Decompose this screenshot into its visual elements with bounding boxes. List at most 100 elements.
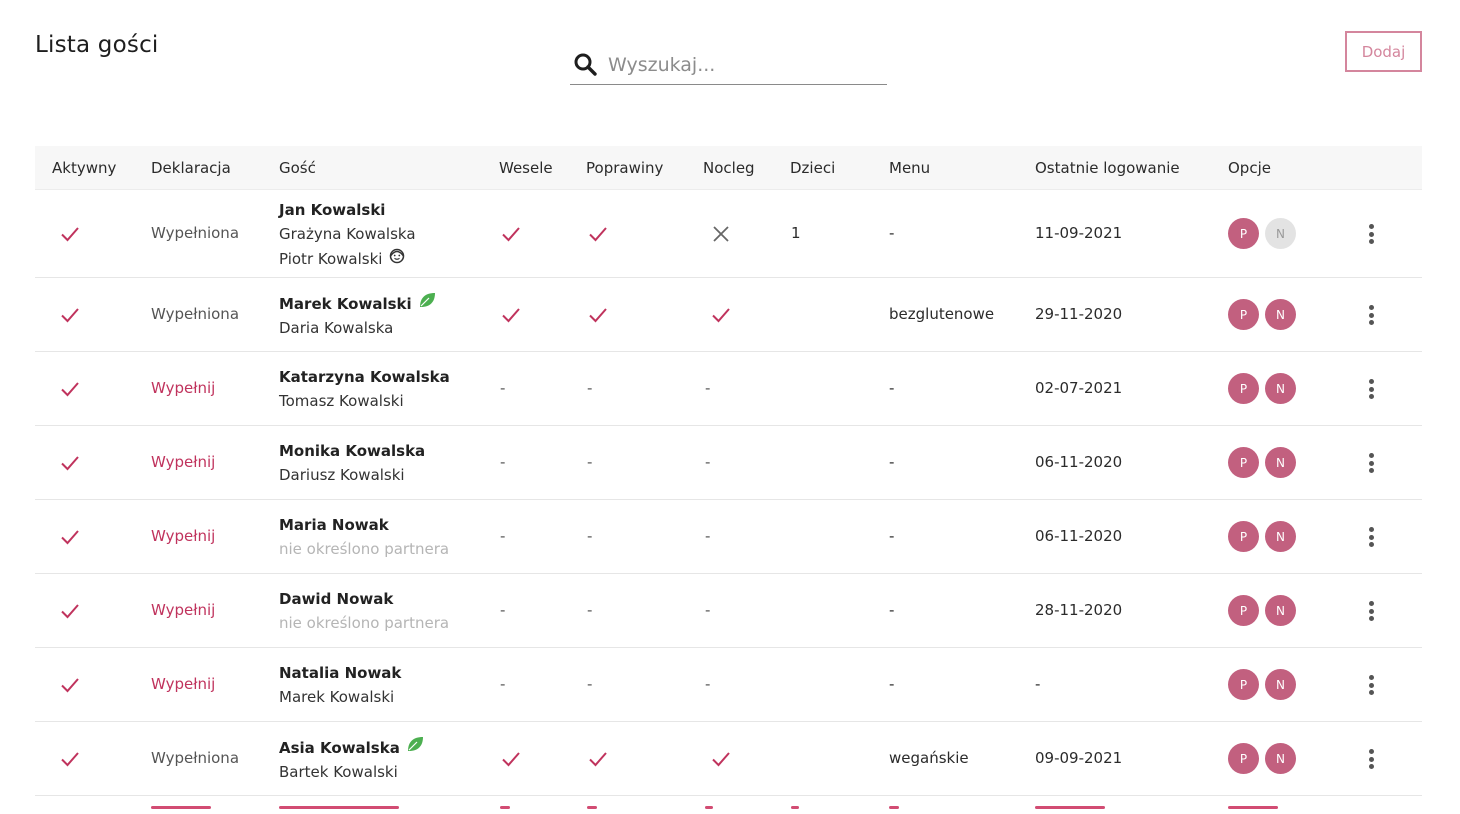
active-status[interactable]	[59, 600, 81, 626]
active-status[interactable]	[59, 378, 81, 404]
check-icon	[61, 308, 79, 323]
table-row: Wypełniona Asia Kowalska Bartek Kowalski we…	[35, 722, 1422, 796]
wedding-status	[500, 223, 522, 249]
search-input[interactable]	[608, 54, 878, 76]
p-badge[interactable]: P	[1228, 447, 1259, 478]
more-vertical-icon[interactable]	[1361, 451, 1381, 475]
guest-name-line: Dawid Nowak	[279, 587, 449, 611]
partner-name: Bartek Kowalski	[279, 763, 398, 781]
more-vertical-icon[interactable]	[1361, 377, 1381, 401]
guest-cell: Maria Nowak nie określono partnera	[279, 513, 449, 561]
options-badges: PN	[1228, 521, 1302, 552]
wedding-status: -	[500, 453, 506, 471]
partner-name: Grażyna Kowalska	[279, 225, 416, 243]
header-last-login[interactable]: Ostatnie logowanie	[1035, 159, 1180, 177]
leaf-icon	[406, 735, 424, 760]
wedding-status	[500, 304, 522, 330]
n-badge[interactable]: N	[1265, 743, 1296, 774]
check-icon	[61, 678, 79, 693]
leaf-icon	[418, 291, 436, 316]
page-title: Lista gości	[35, 32, 159, 58]
menu-value: -	[889, 379, 895, 397]
accommodation-status	[710, 748, 732, 774]
search-icon[interactable]	[572, 51, 600, 79]
last-login: 09-09-2021	[1035, 749, 1123, 767]
n-badge[interactable]: N	[1265, 299, 1296, 330]
more-vertical-icon[interactable]	[1361, 222, 1381, 246]
table-row: Wypełniona Marek Kowalski Daria Kowalska be…	[35, 278, 1422, 352]
wedding-status: -	[500, 601, 506, 619]
last-login: 29-11-2020	[1035, 305, 1123, 323]
guest-name: Jan Kowalski	[279, 201, 386, 219]
header-children[interactable]: Dzieci	[790, 159, 835, 177]
more-vertical-icon[interactable]	[1361, 599, 1381, 623]
child-face-icon	[388, 246, 406, 271]
last-login: 06-11-2020	[1035, 453, 1123, 471]
p-badge[interactable]: P	[1228, 373, 1259, 404]
n-badge[interactable]: N	[1265, 373, 1296, 404]
active-status[interactable]	[59, 304, 81, 330]
header-guest[interactable]: Gość	[279, 159, 316, 177]
partner-name: Daria Kowalska	[279, 319, 394, 337]
partner-name: Marek Kowalski	[279, 688, 395, 706]
guest-name-line: Asia Kowalska	[279, 735, 424, 760]
declaration-status[interactable]: Wypełnij	[151, 379, 215, 397]
active-status[interactable]	[59, 748, 81, 774]
more-vertical-icon[interactable]	[1361, 673, 1381, 697]
guest-cell: Marek Kowalski Daria Kowalska	[279, 291, 436, 340]
more-vertical-icon[interactable]	[1361, 303, 1381, 327]
after-party-status: -	[587, 379, 593, 397]
header-declaration[interactable]: Deklaracja	[151, 159, 231, 177]
accommodation-status: -	[705, 601, 711, 619]
n-badge[interactable]: N	[1265, 521, 1296, 552]
active-status[interactable]	[59, 223, 81, 249]
n-badge[interactable]: N	[1265, 595, 1296, 626]
p-badge[interactable]: P	[1228, 218, 1259, 249]
p-badge[interactable]: P	[1228, 669, 1259, 700]
header-menu[interactable]: Menu	[889, 159, 930, 177]
p-badge[interactable]: P	[1228, 521, 1259, 552]
partner-name-line: Grażyna Kowalska	[279, 222, 416, 246]
accommodation-status: -	[705, 453, 711, 471]
declaration-status: Wypełniona	[151, 305, 240, 323]
p-badge[interactable]: P	[1228, 595, 1259, 626]
active-status[interactable]	[59, 452, 81, 478]
declaration-status[interactable]: Wypełnij	[151, 675, 215, 693]
table-row: Wypełnij Dawid Nowak nie określono partner…	[35, 574, 1422, 648]
guest-name-line: Jan Kowalski	[279, 198, 416, 222]
guest-name-line: Marek Kowalski	[279, 291, 436, 316]
table-row: Wypełnij Maria Nowak nie określono partner…	[35, 500, 1422, 574]
after-party-status: -	[587, 453, 593, 471]
partner-name: Piotr Kowalski	[279, 249, 383, 268]
header-accommodation[interactable]: Nocleg	[703, 159, 755, 177]
n-badge[interactable]: N	[1265, 218, 1296, 249]
more-vertical-icon[interactable]	[1361, 525, 1381, 549]
header-after-party[interactable]: Poprawiny	[586, 159, 663, 177]
menu-value: -	[889, 224, 895, 242]
declaration-status[interactable]: Wypełnij	[151, 527, 215, 545]
menu-value: wegańskie	[889, 749, 969, 767]
guest-name-line: Maria Nowak	[279, 513, 449, 537]
no-partner-note: nie określono partnera	[279, 614, 450, 632]
header-wedding[interactable]: Wesele	[499, 159, 553, 177]
more-vertical-icon[interactable]	[1361, 747, 1381, 771]
wedding-status: -	[500, 527, 506, 545]
p-badge[interactable]: P	[1228, 743, 1259, 774]
search-bar	[570, 46, 887, 85]
check-icon	[589, 752, 607, 767]
header-active[interactable]: Aktywny	[52, 159, 116, 177]
menu-value: -	[889, 675, 895, 693]
declaration-status[interactable]: Wypełnij	[151, 601, 215, 619]
active-status[interactable]	[59, 674, 81, 700]
after-party-status	[587, 304, 609, 330]
declaration-status[interactable]: Wypełnij	[151, 453, 215, 471]
active-status[interactable]	[59, 526, 81, 552]
n-badge[interactable]: N	[1265, 669, 1296, 700]
guest-cell: Katarzyna Kowalska Tomasz Kowalski	[279, 365, 450, 413]
cross-icon	[713, 226, 729, 242]
guest-cell: Dawid Nowak nie określono partnera	[279, 587, 449, 635]
add-guest-button[interactable]: Dodaj	[1345, 31, 1422, 72]
n-badge[interactable]: N	[1265, 447, 1296, 478]
p-badge[interactable]: P	[1228, 299, 1259, 330]
options-badges: PN	[1228, 669, 1302, 700]
